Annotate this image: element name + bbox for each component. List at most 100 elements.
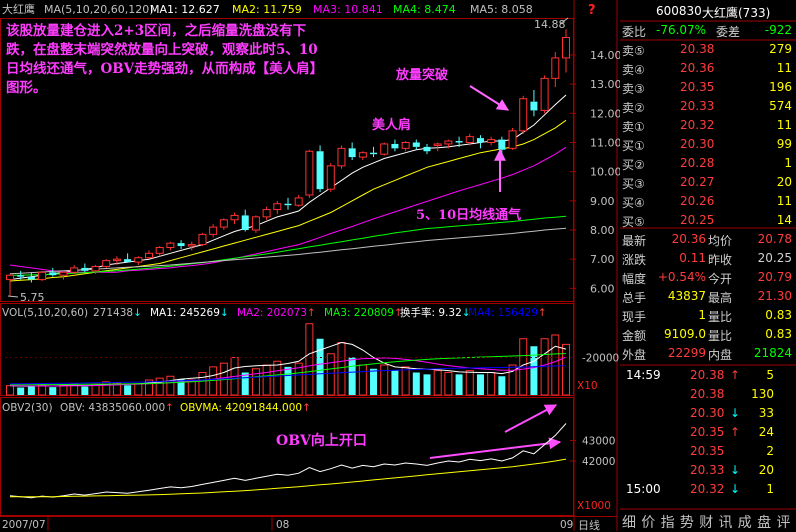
candle-34 bbox=[370, 146, 378, 158]
candle-12 bbox=[134, 256, 143, 265]
obv-value: OBV: 43835060.000↑ bbox=[60, 402, 174, 414]
buy-label: 买② bbox=[622, 158, 645, 172]
candle-body-49 bbox=[530, 101, 538, 111]
buy-row-5: 买⑤ 20.25 14 bbox=[620, 213, 796, 230]
stat-label-2: 昨收 bbox=[708, 253, 733, 267]
buy-row-2: 买② 20.28 1 bbox=[620, 156, 796, 173]
candle-body-19 bbox=[209, 226, 218, 235]
candle-body-47 bbox=[508, 130, 517, 149]
candle-body-42 bbox=[455, 141, 463, 143]
sell-price: 20.38 bbox=[680, 42, 715, 56]
candle-body-43 bbox=[465, 136, 474, 144]
tab-7[interactable]: 盘 bbox=[757, 512, 771, 532]
sell-row-4: 卖④ 20.36 11 bbox=[620, 61, 796, 78]
buy-volume: 11 bbox=[776, 194, 792, 208]
stat-label: 金额 bbox=[622, 329, 647, 343]
ma-label: MA(5,10,20,60,120) bbox=[44, 3, 154, 16]
candle-body-4 bbox=[49, 272, 57, 276]
obv-arrow-lower bbox=[429, 437, 562, 459]
tab-5[interactable]: 讯 bbox=[719, 512, 733, 532]
ma-values: MA1: 12.627 MA2: 11.759 MA3: 10.841 MA4: 8.… bbox=[150, 3, 533, 16]
candle-body-13 bbox=[145, 252, 153, 259]
low-price-label: 5.75 bbox=[20, 291, 45, 304]
tick-volume: 20 bbox=[758, 463, 774, 477]
vol-header-item-2: MA3: 220809↑ bbox=[324, 307, 403, 319]
tab-3[interactable]: 势 bbox=[680, 512, 694, 532]
candle-body-35 bbox=[380, 143, 389, 155]
breakout-annotation: 放量突破 bbox=[396, 68, 449, 83]
stat-value: +0.54% bbox=[657, 270, 706, 284]
stat-label: 现手 bbox=[622, 310, 647, 324]
vol-tick-0: -20000 bbox=[582, 353, 619, 365]
stat-label: 涨跌 bbox=[622, 253, 647, 267]
candle-15 bbox=[166, 241, 175, 251]
stat-value-2: 20.25 bbox=[757, 251, 792, 265]
stat-value-2: 0.83 bbox=[765, 327, 792, 341]
date-label-0: 2007/07 bbox=[2, 519, 46, 531]
candle-body-18 bbox=[198, 233, 207, 246]
vol-header-item-3: 换手率: 9.32↓ bbox=[400, 306, 471, 319]
tick-volume: 24 bbox=[758, 425, 774, 439]
tab-0[interactable]: 细 bbox=[622, 512, 636, 532]
vol-bar-38 bbox=[412, 372, 420, 395]
stat-value-2: 21.30 bbox=[757, 289, 792, 303]
stat-label-2: 最高 bbox=[708, 291, 733, 305]
candle-body-39 bbox=[423, 146, 431, 152]
candle-body-46 bbox=[498, 139, 506, 150]
low-price-pointer bbox=[7, 295, 19, 298]
sell-label: 卖⑤ bbox=[622, 44, 645, 58]
date-label-2: 09 bbox=[560, 519, 573, 531]
vol-bar-4 bbox=[49, 387, 57, 395]
stat-label: 幅度 bbox=[622, 272, 647, 286]
tick-row-4: 20.35 2 bbox=[620, 444, 796, 461]
sell-price: 20.33 bbox=[680, 99, 715, 113]
ma-gap-annotation: 5、10日均线通气 bbox=[416, 208, 522, 223]
sell-volume: 574 bbox=[769, 99, 792, 113]
price-tick-0: 14.00 bbox=[590, 49, 620, 62]
breakout-arrow bbox=[469, 85, 510, 111]
candle-21 bbox=[230, 212, 239, 225]
buy-price: 20.26 bbox=[680, 194, 715, 208]
tab-row: 细价指势财讯成盘评 bbox=[620, 512, 796, 532]
candle-6 bbox=[70, 265, 79, 274]
tick-row-3: 20.35 ↑ 24 bbox=[620, 425, 796, 442]
vol-bar-28 bbox=[305, 323, 314, 396]
price-axis: 14.00 13.00 12.00 11.00 10.00 9.00 8.00 7.00 6.0… bbox=[570, 49, 620, 295]
candle-body-20 bbox=[219, 219, 228, 228]
buy-price: 20.30 bbox=[680, 137, 715, 151]
buy-row-4: 买④ 20.26 11 bbox=[620, 194, 796, 211]
candle-28 bbox=[305, 149, 314, 198]
help-icon[interactable]: ? bbox=[588, 3, 596, 18]
candle-body-44 bbox=[476, 138, 484, 143]
candle-52 bbox=[562, 29, 570, 73]
tab-4[interactable]: 财 bbox=[699, 512, 713, 532]
sell-volume: 11 bbox=[776, 118, 792, 132]
stat-row-2: 幅度 +0.54% 今开 20.79 bbox=[620, 270, 796, 287]
obv-scale: X1000 bbox=[577, 500, 611, 512]
candle-body-14 bbox=[155, 247, 164, 254]
candle-18 bbox=[198, 232, 207, 247]
vol-bar-44 bbox=[476, 374, 484, 395]
vol-bar-7 bbox=[81, 386, 89, 395]
vol-bar-32 bbox=[348, 357, 356, 395]
vol-bar-40 bbox=[433, 370, 442, 396]
tick-row-1: 20.38 130 bbox=[620, 387, 796, 404]
candle-body-30 bbox=[326, 165, 335, 190]
candle-body-5 bbox=[59, 271, 68, 276]
sell-volume: 279 bbox=[769, 42, 792, 56]
vol-bar-5 bbox=[59, 384, 68, 396]
tab-2[interactable]: 指 bbox=[661, 512, 675, 532]
buy-volume: 14 bbox=[776, 213, 792, 227]
candle-body-26 bbox=[284, 203, 292, 206]
tab-8[interactable]: 评 bbox=[776, 512, 790, 532]
candle-body-51 bbox=[551, 57, 560, 79]
obvma-value: OBVMA: 42091844.000↑ bbox=[180, 402, 311, 414]
shoulder-annotation: 美人肩 bbox=[372, 118, 412, 133]
tab-1[interactable]: 价 bbox=[641, 512, 655, 532]
price-tick-7: 7.00 bbox=[590, 253, 615, 266]
candle-body-48 bbox=[519, 98, 528, 132]
tab-6[interactable]: 成 bbox=[738, 512, 752, 532]
candle-body-45 bbox=[487, 139, 496, 143]
vol-bar-1 bbox=[17, 387, 25, 395]
candle-body-50 bbox=[540, 77, 549, 111]
